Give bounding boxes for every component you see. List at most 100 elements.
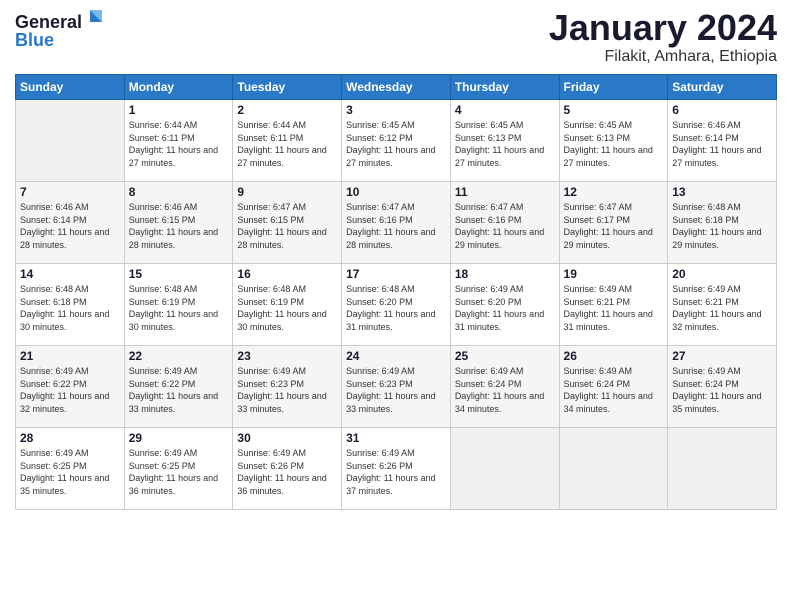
col-thursday: Thursday <box>450 75 559 100</box>
day-number: 26 <box>564 349 664 363</box>
table-row: 7 Sunrise: 6:46 AMSunset: 6:14 PMDaylight… <box>16 182 125 264</box>
weekday-row: Sunday Monday Tuesday Wednesday Thursday… <box>16 75 777 100</box>
day-number: 11 <box>455 185 555 199</box>
logo: GeneralBlue <box>15 10 105 52</box>
table-row: 3 Sunrise: 6:45 AMSunset: 6:12 PMDaylight… <box>342 100 451 182</box>
table-row: 30 Sunrise: 6:49 AMSunset: 6:26 PMDayligh… <box>233 428 342 510</box>
table-row: 25 Sunrise: 6:49 AMSunset: 6:24 PMDayligh… <box>450 346 559 428</box>
day-number: 16 <box>237 267 337 281</box>
table-row: 8 Sunrise: 6:46 AMSunset: 6:15 PMDaylight… <box>124 182 233 264</box>
table-row: 29 Sunrise: 6:49 AMSunset: 6:25 PMDayligh… <box>124 428 233 510</box>
day-number: 28 <box>20 431 120 445</box>
day-number: 2 <box>237 103 337 117</box>
day-info: Sunrise: 6:47 AMSunset: 6:17 PMDaylight:… <box>564 201 664 251</box>
day-info: Sunrise: 6:44 AMSunset: 6:11 PMDaylight:… <box>129 119 229 169</box>
day-info: Sunrise: 6:49 AMSunset: 6:25 PMDaylight:… <box>129 447 229 497</box>
day-info: Sunrise: 6:46 AMSunset: 6:15 PMDaylight:… <box>129 201 229 251</box>
day-info: Sunrise: 6:47 AMSunset: 6:16 PMDaylight:… <box>455 201 555 251</box>
col-monday: Monday <box>124 75 233 100</box>
day-info: Sunrise: 6:46 AMSunset: 6:14 PMDaylight:… <box>20 201 120 251</box>
day-number: 18 <box>455 267 555 281</box>
day-info: Sunrise: 6:48 AMSunset: 6:18 PMDaylight:… <box>20 283 120 333</box>
table-row: 13Sunrise: 6:48 AMSunset: 6:18 PMDayligh… <box>668 182 777 264</box>
calendar-week-row: 21 Sunrise: 6:49 AMSunset: 6:22 PMDayligh… <box>16 346 777 428</box>
table-row <box>668 428 777 510</box>
day-number: 4 <box>455 103 555 117</box>
day-info: Sunrise: 6:49 AMSunset: 6:24 PMDaylight:… <box>455 365 555 415</box>
day-info: Sunrise: 6:48 AMSunset: 6:19 PMDaylight:… <box>237 283 337 333</box>
calendar-title: January 2024 <box>549 10 777 46</box>
calendar-table: Sunday Monday Tuesday Wednesday Thursday… <box>15 74 777 510</box>
day-number: 15 <box>129 267 229 281</box>
day-info: Sunrise: 6:49 AMSunset: 6:26 PMDaylight:… <box>346 447 446 497</box>
day-number: 30 <box>237 431 337 445</box>
day-number: 1 <box>129 103 229 117</box>
day-info: Sunrise: 6:49 AMSunset: 6:23 PMDaylight:… <box>346 365 446 415</box>
svg-text:Blue: Blue <box>15 30 54 50</box>
table-row: 20Sunrise: 6:49 AMSunset: 6:21 PMDayligh… <box>668 264 777 346</box>
calendar-week-row: 7 Sunrise: 6:46 AMSunset: 6:14 PMDaylight… <box>16 182 777 264</box>
table-row: 12 Sunrise: 6:47 AMSunset: 6:17 PMDayligh… <box>559 182 668 264</box>
calendar-week-row: 28 Sunrise: 6:49 AMSunset: 6:25 PMDayligh… <box>16 428 777 510</box>
day-info: Sunrise: 6:49 AMSunset: 6:24 PMDaylight:… <box>672 365 772 415</box>
calendar-week-row: 1 Sunrise: 6:44 AMSunset: 6:11 PMDaylight… <box>16 100 777 182</box>
day-info: Sunrise: 6:46 AMSunset: 6:14 PMDaylight:… <box>672 119 772 169</box>
table-row: 16 Sunrise: 6:48 AMSunset: 6:19 PMDayligh… <box>233 264 342 346</box>
day-info: Sunrise: 6:49 AMSunset: 6:23 PMDaylight:… <box>237 365 337 415</box>
calendar-body: 1 Sunrise: 6:44 AMSunset: 6:11 PMDaylight… <box>16 100 777 510</box>
table-row: 4 Sunrise: 6:45 AMSunset: 6:13 PMDaylight… <box>450 100 559 182</box>
day-number: 12 <box>564 185 664 199</box>
day-number: 19 <box>564 267 664 281</box>
table-row: 11 Sunrise: 6:47 AMSunset: 6:16 PMDayligh… <box>450 182 559 264</box>
day-number: 3 <box>346 103 446 117</box>
table-row: 26 Sunrise: 6:49 AMSunset: 6:24 PMDayligh… <box>559 346 668 428</box>
table-row <box>16 100 125 182</box>
logo-icon: GeneralBlue <box>15 10 105 52</box>
calendar-header: Sunday Monday Tuesday Wednesday Thursday… <box>16 75 777 100</box>
day-number: 6 <box>672 103 772 117</box>
table-row: 10 Sunrise: 6:47 AMSunset: 6:16 PMDayligh… <box>342 182 451 264</box>
day-info: Sunrise: 6:49 AMSunset: 6:22 PMDaylight:… <box>20 365 120 415</box>
table-row <box>450 428 559 510</box>
table-row: 15 Sunrise: 6:48 AMSunset: 6:19 PMDayligh… <box>124 264 233 346</box>
day-number: 14 <box>20 267 120 281</box>
title-block: January 2024 Filakit, Amhara, Ethiopia <box>549 10 777 66</box>
col-saturday: Saturday <box>668 75 777 100</box>
day-info: Sunrise: 6:45 AMSunset: 6:13 PMDaylight:… <box>564 119 664 169</box>
day-info: Sunrise: 6:48 AMSunset: 6:20 PMDaylight:… <box>346 283 446 333</box>
table-row: 23Sunrise: 6:49 AMSunset: 6:23 PMDayligh… <box>233 346 342 428</box>
day-info: Sunrise: 6:48 AMSunset: 6:19 PMDaylight:… <box>129 283 229 333</box>
table-row: 17Sunrise: 6:48 AMSunset: 6:20 PMDayligh… <box>342 264 451 346</box>
table-row: 27 Sunrise: 6:49 AMSunset: 6:24 PMDayligh… <box>668 346 777 428</box>
day-number: 7 <box>20 185 120 199</box>
day-info: Sunrise: 6:48 AMSunset: 6:18 PMDaylight:… <box>672 201 772 251</box>
day-info: Sunrise: 6:45 AMSunset: 6:12 PMDaylight:… <box>346 119 446 169</box>
day-number: 31 <box>346 431 446 445</box>
header: GeneralBlue January 2024 Filakit, Amhara… <box>15 10 777 66</box>
col-sunday: Sunday <box>16 75 125 100</box>
table-row: 21 Sunrise: 6:49 AMSunset: 6:22 PMDayligh… <box>16 346 125 428</box>
table-row: 5Sunrise: 6:45 AMSunset: 6:13 PMDaylight… <box>559 100 668 182</box>
table-row: 18Sunrise: 6:49 AMSunset: 6:20 PMDayligh… <box>450 264 559 346</box>
day-number: 8 <box>129 185 229 199</box>
col-wednesday: Wednesday <box>342 75 451 100</box>
col-friday: Friday <box>559 75 668 100</box>
day-info: Sunrise: 6:49 AMSunset: 6:21 PMDaylight:… <box>672 283 772 333</box>
table-row: 9Sunrise: 6:47 AMSunset: 6:15 PMDaylight… <box>233 182 342 264</box>
day-number: 29 <box>129 431 229 445</box>
table-row: 24Sunrise: 6:49 AMSunset: 6:23 PMDayligh… <box>342 346 451 428</box>
day-number: 10 <box>346 185 446 199</box>
day-info: Sunrise: 6:44 AMSunset: 6:11 PMDaylight:… <box>237 119 337 169</box>
day-info: Sunrise: 6:47 AMSunset: 6:16 PMDaylight:… <box>346 201 446 251</box>
day-info: Sunrise: 6:49 AMSunset: 6:24 PMDaylight:… <box>564 365 664 415</box>
day-info: Sunrise: 6:45 AMSunset: 6:13 PMDaylight:… <box>455 119 555 169</box>
table-row: 28Sunrise: 6:49 AMSunset: 6:25 PMDayligh… <box>16 428 125 510</box>
col-tuesday: Tuesday <box>233 75 342 100</box>
day-number: 9 <box>237 185 337 199</box>
day-info: Sunrise: 6:49 AMSunset: 6:26 PMDaylight:… <box>237 447 337 497</box>
day-info: Sunrise: 6:49 AMSunset: 6:21 PMDaylight:… <box>564 283 664 333</box>
day-number: 25 <box>455 349 555 363</box>
day-number: 21 <box>20 349 120 363</box>
table-row: 19 Sunrise: 6:49 AMSunset: 6:21 PMDayligh… <box>559 264 668 346</box>
day-number: 27 <box>672 349 772 363</box>
